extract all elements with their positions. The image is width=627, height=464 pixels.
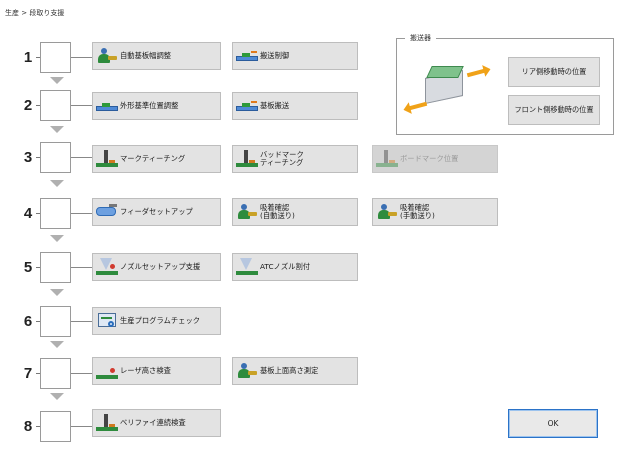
down-arrow-icon [50, 235, 64, 242]
connector-line [71, 57, 92, 58]
atc-nozzle-assign-button[interactable]: ATCノズル割付 [232, 253, 358, 281]
button-label: 基板上面高さ測定 [260, 365, 319, 375]
nozzle-setup-button[interactable]: ノズルセットアップ支援 [92, 253, 221, 281]
step-checkbox[interactable] [40, 252, 71, 283]
step-checkbox[interactable] [40, 42, 71, 73]
laser-height-button[interactable]: レーザ高さ検査 [92, 357, 221, 385]
step-number: 7 [23, 365, 33, 382]
step-number: 3 [23, 149, 33, 166]
front-position-button[interactable]: フロント側移動時の位置 [508, 95, 600, 125]
mount-head-icon [375, 148, 399, 170]
program-check-button[interactable]: 生産プログラムチェック [92, 307, 221, 335]
down-arrow-icon [50, 180, 64, 187]
button-label: 吸着確認 (手動送り) [400, 202, 435, 220]
board-icon [95, 95, 119, 117]
board-surface-height-button[interactable]: 基板上面高さ測定 [232, 357, 358, 385]
rear-arrow-icon [466, 68, 486, 78]
button-label: マークティーチング [120, 153, 186, 163]
board-icon [235, 95, 259, 117]
button-label: 自動基板幅調整 [120, 50, 172, 60]
down-arrow-icon [50, 126, 64, 133]
connector-line [71, 267, 92, 268]
mount-head-icon [235, 148, 259, 170]
nozzle-icon [95, 256, 119, 278]
button-label: 基板搬送 [260, 100, 290, 110]
board-transfer-button[interactable]: 基板搬送 [232, 92, 358, 120]
front-arrow-icon [408, 101, 428, 111]
breadcrumb: 生産 > 段取り支援 [5, 9, 65, 17]
pickup-check-manual-button[interactable]: 吸着確認 (手動送り) [372, 198, 498, 226]
pickup-check-auto-button[interactable]: 吸着確認 (自動送り) [232, 198, 358, 226]
connector-line [71, 373, 92, 374]
verify-inspection-button[interactable]: ベリファイ連続検査 [92, 409, 221, 437]
down-arrow-icon [50, 341, 64, 348]
operator-icon [235, 360, 259, 382]
button-label: ベリファイ連続検査 [120, 417, 186, 427]
button-label: 生産プログラムチェック [120, 315, 201, 325]
program-check-icon [95, 310, 119, 332]
button-label: フィーダセットアップ [120, 206, 193, 216]
step-checkbox[interactable] [40, 198, 71, 229]
operator-icon [375, 201, 399, 223]
connector-line [71, 213, 92, 214]
operator-icon [95, 45, 119, 67]
step-number: 1 [23, 49, 33, 66]
button-label: ノズルセットアップ支援 [120, 261, 201, 271]
auto-board-width-button[interactable]: 自動基板幅調整 [92, 42, 221, 70]
bad-mark-teaching-button[interactable]: バッドマーク ティーチング [232, 145, 358, 173]
button-label: バッドマーク ティーチング [260, 149, 304, 167]
feeder-setup-button[interactable]: フィーダセットアップ [92, 198, 221, 226]
board-mark-position-button[interactable]: ボードマーク位置 [372, 145, 498, 173]
step-number: 8 [23, 418, 33, 435]
down-arrow-icon [50, 289, 64, 296]
connector-line [71, 321, 92, 322]
button-label: ATCノズル割付 [260, 261, 311, 271]
button-label: レーザ高さ検査 [120, 365, 171, 375]
step-number: 6 [23, 313, 33, 330]
button-label: 吸着確認 (自動送り) [260, 202, 295, 220]
step-number: 2 [23, 97, 33, 114]
conveyor-control-button[interactable]: 搬送制御 [232, 42, 358, 70]
button-label: 外形基準位置調整 [120, 100, 179, 110]
laser-icon [95, 360, 119, 382]
rear-position-button[interactable]: リア側移動時の位置 [508, 57, 600, 87]
connector-line [71, 426, 92, 427]
verify-icon [95, 412, 119, 434]
nozzle-icon [235, 256, 259, 278]
step-checkbox[interactable] [40, 411, 71, 442]
operator-icon [235, 201, 259, 223]
outline-reference-button[interactable]: 外形基準位置調整 [92, 92, 221, 120]
button-label: 搬送制御 [260, 50, 290, 60]
board-icon [235, 45, 259, 67]
mount-head-icon [95, 148, 119, 170]
feeder-icon [95, 201, 119, 223]
button-label: ボードマーク位置 [400, 153, 459, 163]
step-checkbox[interactable] [40, 358, 71, 389]
down-arrow-icon [50, 393, 64, 400]
mark-teaching-button[interactable]: マークティーチング [92, 145, 221, 173]
step-checkbox[interactable] [40, 142, 71, 173]
step-checkbox[interactable] [40, 90, 71, 121]
ok-button[interactable]: OK [508, 409, 598, 438]
step-checkbox[interactable] [40, 306, 71, 337]
down-arrow-icon [50, 77, 64, 84]
connector-line [71, 105, 92, 106]
conveyor-icon [403, 52, 495, 118]
conveyor-group-title: 搬送器 [405, 33, 436, 43]
connector-line [71, 157, 92, 158]
step-number: 4 [23, 205, 33, 222]
step-number: 5 [23, 259, 33, 276]
